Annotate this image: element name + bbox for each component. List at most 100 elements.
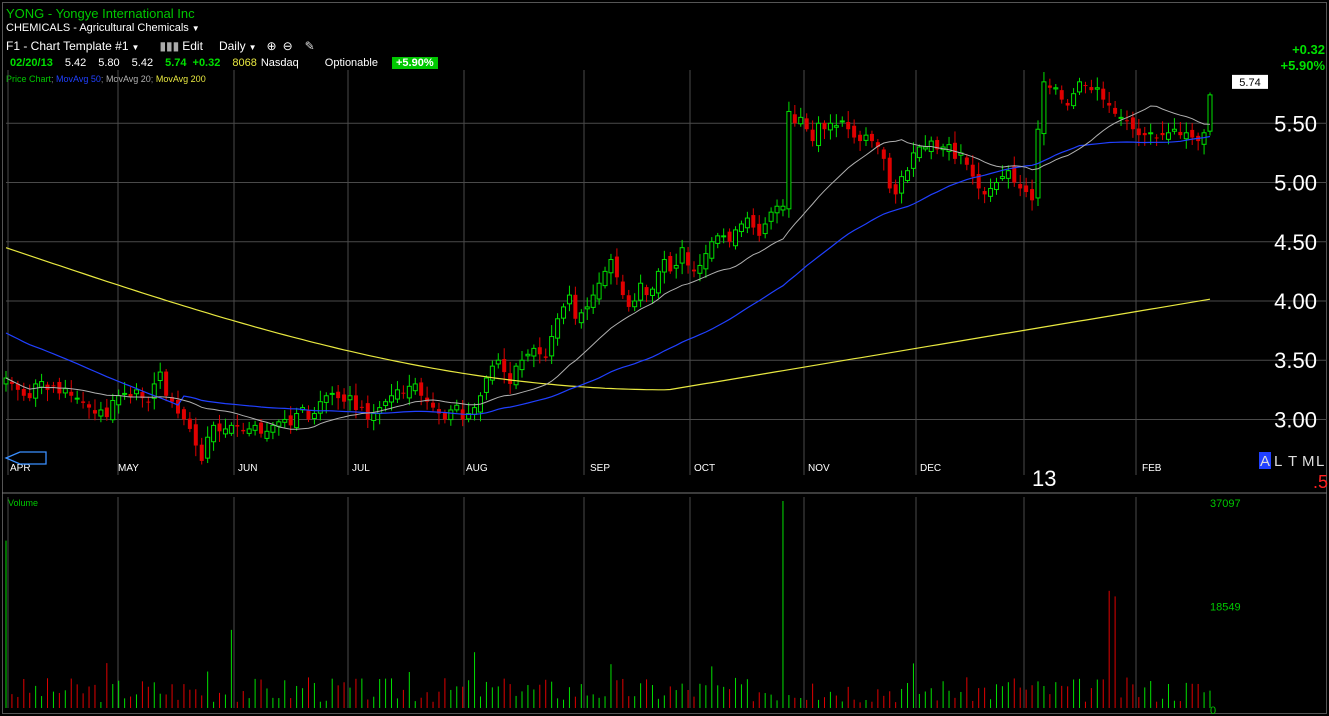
volume-tick-label: 0	[1210, 705, 1216, 716]
candle-body-up	[264, 430, 270, 439]
candle-body-up	[1171, 128, 1177, 132]
candle-body-down	[342, 394, 347, 402]
month-label: SEP	[590, 463, 610, 474]
candle-body-up	[276, 421, 282, 427]
candle-body-down	[668, 255, 673, 272]
candle-body-down	[881, 149, 886, 159]
candle-body-up	[638, 282, 644, 301]
candle-body-up	[602, 270, 608, 287]
candle-body-up	[1094, 87, 1100, 90]
candle-body-up	[744, 217, 750, 229]
ma50-line	[5, 135, 1211, 416]
candle-body-down	[359, 406, 364, 408]
candle-body-down	[436, 409, 441, 414]
candle-body-down	[87, 404, 92, 408]
candle-body-up	[1165, 132, 1171, 140]
month-label: NOV	[808, 463, 830, 474]
candle-body-up	[205, 436, 211, 459]
candle-body-up	[905, 170, 911, 181]
candle-body-down	[970, 164, 975, 177]
candle-body-down	[1154, 137, 1159, 139]
candle-body-down	[573, 294, 578, 319]
volume-tick-label: 18549	[1210, 601, 1241, 613]
candle-body-up	[133, 389, 139, 395]
candle-body-up	[1041, 81, 1047, 135]
candle-body-down	[692, 269, 696, 272]
candle-body-up	[816, 122, 822, 147]
candle-body-up	[863, 134, 869, 141]
candle-body-up	[406, 385, 412, 399]
candle-body-down	[537, 347, 542, 355]
candle-body-up	[715, 235, 721, 244]
candle-body-down	[1130, 117, 1135, 130]
price-tick-label: 5.00	[1274, 171, 1317, 196]
month-label: OCT	[694, 463, 715, 474]
candle-body-down	[81, 401, 86, 403]
candle-body-up	[655, 270, 661, 294]
candle-body-up	[1183, 132, 1189, 140]
candle-body-up	[762, 223, 768, 235]
price-volume-chart[interactable]: 3.003.504.004.505.005.50APR MAY JUN JUL AUG S…	[0, 0, 1329, 716]
candle-body-down	[1113, 107, 1118, 114]
candle-body-up	[311, 413, 317, 420]
ma20-line	[5, 105, 1211, 430]
candle-body-down	[21, 388, 26, 396]
candle-body-up	[1201, 132, 1207, 145]
candle-body-down	[181, 409, 186, 420]
month-label: FEB	[1142, 463, 1162, 474]
candle-body-up	[222, 428, 228, 435]
candle-body-up	[827, 122, 833, 131]
candle-body-down	[241, 429, 246, 432]
candle-body-up	[899, 176, 905, 194]
candle-body-up	[661, 259, 667, 273]
candle-body-down	[164, 371, 169, 396]
candle-body-down	[502, 359, 507, 373]
candle-body-down	[187, 418, 192, 429]
candle-body-down	[1059, 90, 1064, 100]
candle-body-down	[288, 415, 293, 426]
candle-body-up	[721, 235, 727, 238]
candle-body-up	[798, 116, 804, 125]
candle-body-up	[1077, 81, 1083, 93]
candle-body-down	[217, 423, 222, 432]
candle-body-up	[483, 377, 489, 393]
candle-body-down	[543, 356, 548, 358]
candle-body-up	[679, 247, 685, 264]
candle-body-up	[317, 401, 323, 414]
price-tick-label: 4.00	[1274, 289, 1317, 314]
candle-body-up	[98, 409, 104, 417]
scale-mode-m: M	[1302, 453, 1315, 470]
candle-body-up	[833, 125, 839, 128]
year-label: 13	[1032, 466, 1056, 491]
candle-body-down	[1018, 184, 1023, 189]
candle-body-down	[1142, 133, 1147, 136]
candle-body-down	[893, 184, 898, 195]
candle-body-up	[993, 182, 999, 191]
candle-body-down	[810, 129, 815, 142]
candle-body-up	[329, 392, 335, 395]
candle-body-up	[323, 395, 329, 403]
candle-body-up	[1071, 93, 1077, 107]
candle-body-up	[733, 229, 739, 247]
candle-body-down	[1047, 85, 1052, 88]
candle-body-up	[383, 401, 389, 407]
candle-body-up	[786, 110, 792, 210]
month-label: AUG	[466, 463, 488, 474]
candle-body-up	[774, 205, 780, 214]
candle-body-up	[454, 404, 460, 411]
candle-body-down	[442, 412, 447, 420]
candle-body-down	[964, 157, 969, 165]
month-label: DEC	[920, 463, 941, 474]
candle-body-up	[649, 288, 655, 296]
candle-body-up	[916, 146, 922, 159]
candle-body-up	[561, 306, 567, 319]
candle-body-down	[804, 118, 809, 130]
candle-body-up	[110, 400, 116, 421]
candle-body-down	[1107, 102, 1112, 106]
candle-body-down	[620, 281, 625, 296]
candle-body-up	[566, 294, 572, 305]
candle-body-down	[1124, 120, 1129, 122]
candle-body-down	[686, 252, 691, 266]
candle-body-down	[1136, 128, 1141, 136]
candle-body-down	[146, 401, 151, 403]
